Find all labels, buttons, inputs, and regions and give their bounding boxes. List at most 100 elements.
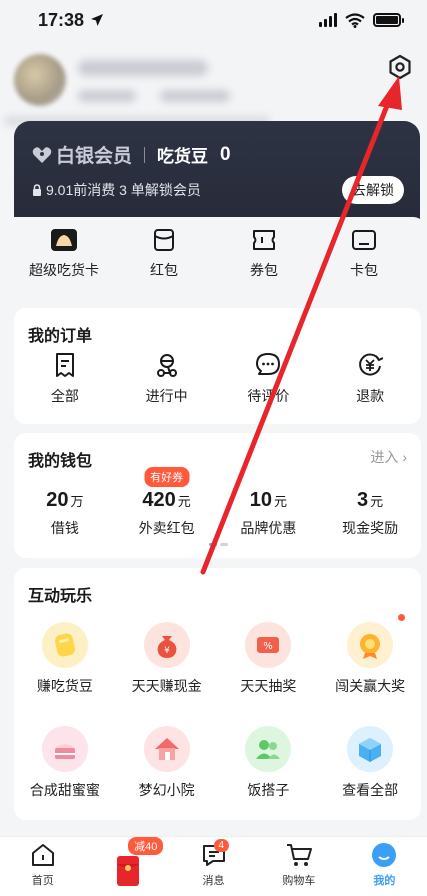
- wallet-value: 3: [357, 489, 369, 511]
- friends-icon: [245, 726, 292, 772]
- bean-value: 0: [220, 143, 231, 165]
- bottom-tab-bar: 首页 减40 4 消息 购物车 我的: [0, 836, 427, 896]
- play-card: 互动玩乐 赚吃货豆 ¥ 天天赚现金 % 天天抽奖 闯关赢大奖 合成甜蜜蜜 梦幻小…: [14, 568, 421, 820]
- quick-action-coupon[interactable]: 券包: [214, 228, 314, 300]
- quick-action-label: 卡包: [350, 262, 378, 278]
- cake-icon: [41, 726, 88, 772]
- coupon-icon: [253, 230, 275, 250]
- quick-action-red-packet[interactable]: 红包: [114, 228, 214, 300]
- play-label: 梦幻小院: [138, 782, 195, 798]
- quick-action-label: 超级吃货卡: [29, 262, 99, 278]
- avatar[interactable]: [14, 54, 66, 106]
- play-label: 合成甜蜜蜜: [29, 782, 100, 798]
- wallet-value: 10: [249, 489, 272, 511]
- profile-header: [0, 40, 427, 126]
- wifi-icon: [345, 12, 365, 28]
- medal-icon: [347, 622, 394, 668]
- unlock-button[interactable]: 去解锁: [342, 176, 404, 204]
- wallet-pager: [209, 543, 228, 546]
- tab-red-envelope[interactable]: 减40: [85, 837, 170, 896]
- order-tab-all[interactable]: 全部: [14, 352, 116, 406]
- message-count-badge: 4: [213, 839, 230, 852]
- wallet-label: 借钱: [50, 520, 79, 536]
- wallet-enter-label: 进入: [370, 449, 399, 465]
- rider-icon: [156, 354, 177, 377]
- battery-icon: [373, 13, 404, 27]
- super-card-icon: [51, 229, 77, 251]
- order-tab-pending-review[interactable]: 待评价: [218, 352, 320, 406]
- quick-action-super-card[interactable]: 超级吃货卡: [14, 228, 114, 300]
- order-all-icon: [55, 353, 74, 377]
- cart-icon: [286, 844, 312, 866]
- clock: 17:38: [38, 9, 85, 30]
- quick-action-card-wallet[interactable]: 卡包: [314, 228, 414, 300]
- wallet-enter-link[interactable]: 进入 ›: [370, 447, 407, 467]
- wallet-unit: 万: [70, 494, 84, 509]
- notification-dot: [398, 614, 405, 621]
- tab-messages[interactable]: 4 消息: [171, 837, 256, 896]
- wallet-unit: 元: [370, 494, 384, 509]
- wallet-label: 外卖红包: [138, 520, 195, 536]
- play-daily-lottery[interactable]: % 天天抽奖: [218, 622, 320, 696]
- wallet-item-delivery-red-packet[interactable]: 有好券 420 元 外卖红包: [116, 467, 218, 538]
- play-sweet-merge[interactable]: 合成甜蜜蜜: [14, 726, 116, 800]
- play-dream-garden[interactable]: 梦幻小院: [116, 726, 218, 800]
- play-label: 天天赚现金: [131, 678, 202, 694]
- lottery-ticket-icon: %: [245, 622, 292, 668]
- good-coupon-badge: 有好券: [144, 467, 190, 487]
- bean-label: 吃货豆: [157, 147, 209, 166]
- play-daily-cash[interactable]: ¥ 天天赚现金: [116, 622, 218, 696]
- user-stat-blurred: [160, 90, 230, 102]
- tab-label: 购物车: [282, 875, 316, 887]
- cube-icon: [347, 726, 394, 772]
- wallet-value: 420: [142, 489, 176, 511]
- tab-profile[interactable]: 我的: [342, 837, 427, 896]
- quick-action-label: 红包: [150, 262, 178, 278]
- tab-cart[interactable]: 购物车: [256, 837, 341, 896]
- order-tab-refund[interactable]: 退款: [319, 352, 421, 406]
- wallet-item-brand-discount[interactable]: 10 元 品牌优惠: [218, 489, 320, 538]
- member-card[interactable]: 白银会员 吃货豆 0 9.01前消费 3 单解锁会员 去解锁: [14, 121, 420, 231]
- play-label: 闯关赢大奖: [335, 678, 406, 694]
- order-tab-label: 全部: [50, 388, 79, 404]
- orders-card: 我的订单 全部 进行中 待评价 退款: [14, 308, 421, 424]
- location-arrow-icon: [91, 14, 104, 26]
- wallet-item-loan[interactable]: 20 万 借钱: [14, 489, 116, 538]
- play-label: 赚吃货豆: [36, 678, 93, 694]
- settings-gear-icon[interactable]: [387, 54, 413, 80]
- play-label: 天天抽奖: [240, 678, 297, 694]
- orders-title: 我的订单: [28, 328, 93, 345]
- tab-label: 我的: [373, 875, 396, 887]
- quick-actions: 超级吃货卡 红包 券包 卡包: [14, 228, 414, 300]
- tab-label: 消息: [202, 875, 225, 887]
- play-meal-buddy[interactable]: 饭搭子: [218, 726, 320, 800]
- profile-icon: [372, 843, 397, 867]
- wallet-unit: 元: [273, 494, 287, 509]
- order-tab-in-progress[interactable]: 进行中: [116, 352, 218, 406]
- play-label: 饭搭子: [247, 782, 290, 798]
- wallet-value: 20: [46, 489, 69, 511]
- member-level-label: 白银会员: [56, 146, 133, 167]
- wallet-unit: 元: [177, 494, 191, 509]
- crown-heart-icon: [32, 146, 52, 163]
- discount-badge: 减40: [128, 837, 164, 855]
- order-tab-label: 待评价: [247, 388, 290, 404]
- wallet-title: 我的钱包: [28, 453, 93, 470]
- wallet-item-cash-reward[interactable]: 3元 现金奖励: [319, 489, 421, 538]
- comment-icon: [256, 353, 281, 375]
- wallet-label: 现金奖励: [342, 520, 399, 536]
- status-time: 17:38: [38, 10, 104, 31]
- play-level-prize[interactable]: 闯关赢大奖: [319, 622, 421, 696]
- play-view-all[interactable]: 查看全部: [319, 726, 421, 800]
- chevron-right-icon: ›: [402, 449, 407, 465]
- tab-label: 首页: [31, 875, 54, 887]
- coin-icon: [41, 622, 88, 668]
- username-blurred: [78, 60, 208, 76]
- money-bag-icon: ¥: [143, 622, 190, 668]
- house-icon: [143, 726, 190, 772]
- red-envelope-icon: [117, 856, 140, 886]
- play-earn-beans[interactable]: 赚吃货豆: [14, 622, 116, 696]
- red-packet-icon: [154, 229, 174, 251]
- svg-text:¥: ¥: [164, 646, 170, 656]
- tab-home[interactable]: 首页: [0, 837, 85, 896]
